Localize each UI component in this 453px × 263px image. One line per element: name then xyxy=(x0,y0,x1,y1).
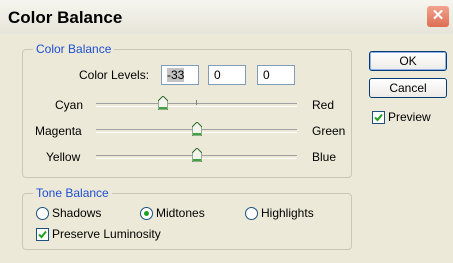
slider-label-red: Red xyxy=(312,98,335,112)
preserve-luminosity-label[interactable]: Preserve Luminosity xyxy=(52,227,161,241)
midtones-label[interactable]: Midtones xyxy=(156,206,205,220)
slider-label-magenta: Magenta xyxy=(35,124,82,138)
midtones-radio[interactable] xyxy=(140,207,153,220)
close-icon[interactable]: ✕ xyxy=(427,6,449,27)
preserve-luminosity-checkbox[interactable] xyxy=(36,228,49,241)
color-balance-legend: Color Balance xyxy=(36,42,112,56)
slider-label-cyan: Cyan xyxy=(55,98,84,112)
color-level-magenta-green-input[interactable]: 0 xyxy=(208,65,246,85)
slider-label-blue: Blue xyxy=(312,150,337,164)
shadows-label[interactable]: Shadows xyxy=(52,206,101,220)
highlights-label[interactable]: Highlights xyxy=(261,206,314,220)
ok-button[interactable]: OK xyxy=(369,51,447,71)
cancel-button[interactable]: Cancel xyxy=(369,78,447,98)
slider-label-yellow: Yellow xyxy=(46,150,81,164)
checkmark-icon xyxy=(374,113,383,122)
shadows-radio[interactable] xyxy=(36,207,49,220)
yellow-blue-slider-thumb[interactable] xyxy=(191,148,202,162)
preview-checkbox[interactable] xyxy=(372,111,385,124)
color-balance-dialog: Color Balance ✕ Color Balance Color Leve… xyxy=(0,0,453,263)
color-level-cyan-red-input[interactable]: -33 xyxy=(161,65,199,85)
color-level-yellow-blue-input[interactable]: 0 xyxy=(257,65,295,85)
color-levels-label: Color Levels: xyxy=(79,68,150,82)
preview-label[interactable]: Preview xyxy=(388,110,431,124)
checkmark-icon xyxy=(38,230,47,239)
slider-center-tick xyxy=(196,100,197,105)
magenta-green-slider-thumb[interactable] xyxy=(191,122,202,136)
title-bar[interactable]: Color Balance ✕ xyxy=(0,0,453,34)
cyan-red-slider-thumb[interactable] xyxy=(158,96,169,110)
window-title: Color Balance xyxy=(8,8,123,27)
slider-label-green: Green xyxy=(312,124,346,138)
tone-balance-legend: Tone Balance xyxy=(36,186,109,200)
highlights-radio[interactable] xyxy=(245,207,258,220)
radio-selected-dot xyxy=(144,211,149,216)
